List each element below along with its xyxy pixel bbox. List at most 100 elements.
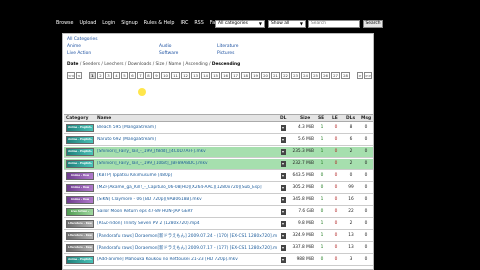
download-icon[interactable]: [281, 137, 286, 143]
pager-page-button[interactable]: 5: [121, 72, 128, 79]
pager-page-button[interactable]: 6: [129, 72, 136, 79]
pager-next-button[interactable]: >: [357, 72, 363, 79]
pager-page-button[interactable]: 18: [241, 72, 250, 79]
header-se[interactable]: SE: [318, 116, 324, 121]
pager-page-button[interactable]: 20: [261, 72, 270, 79]
torrent-name-link[interactable]: [Shiniori]_Fairy_Tail_-_199_[f8dd]_[4C0D…: [97, 149, 277, 154]
nav-rss-link[interactable]: RSS: [194, 21, 203, 26]
pager-page-button[interactable]: 22: [281, 72, 290, 79]
category-badge[interactable]: Anime - Raw: [66, 196, 94, 204]
header-dls[interactable]: DLs: [346, 116, 355, 121]
category-badge[interactable]: Anime - Raw: [66, 172, 94, 180]
torrent-name-link[interactable]: Sailor Moon Return eps 47-89 HUN-JAP GER…: [97, 209, 277, 214]
sort-size-name-link[interactable]: Size / Name: [156, 62, 182, 67]
pager-page-button[interactable]: 12: [181, 72, 190, 79]
header-size[interactable]: Size: [300, 116, 310, 121]
pager-page-button[interactable]: 28: [341, 72, 350, 79]
download-icon[interactable]: [281, 173, 286, 179]
pager-prev-button[interactable]: <: [76, 72, 82, 79]
download-icon[interactable]: [281, 161, 286, 167]
torrent-name-link[interactable]: [MZF]Akame_ga_Kill!_-_Capitulo_06-08[HD]…: [97, 185, 277, 190]
cat-live-action-link[interactable]: Live Action: [67, 51, 91, 56]
header-category[interactable]: Category: [66, 116, 88, 121]
pager-page-button[interactable]: 11: [171, 72, 180, 79]
cat-anime-link[interactable]: Anime: [67, 44, 81, 49]
nav-upload-link[interactable]: Upload: [79, 21, 96, 26]
nav-signup-link[interactable]: Signup: [121, 21, 138, 26]
pager-page-button[interactable]: 10: [161, 72, 170, 79]
pager-page-button[interactable]: 15: [211, 72, 220, 79]
download-icon[interactable]: [281, 209, 286, 215]
torrent-name-link[interactable]: Bleach 595 [MangaStream]: [97, 125, 277, 130]
pager-page-button[interactable]: 24: [301, 72, 310, 79]
download-icon[interactable]: [281, 197, 286, 203]
pager-page-button[interactable]: 16: [221, 72, 230, 79]
download-icon[interactable]: [281, 257, 286, 263]
category-badge[interactable]: Anime - English-translated: [66, 160, 94, 168]
cat-audio-link[interactable]: Audio: [159, 44, 171, 49]
category-badge[interactable]: Anime - English-translated: [66, 124, 94, 132]
cat-all-link[interactable]: All Categories: [67, 37, 98, 42]
nav-rules-link[interactable]: Rules & Help: [144, 21, 175, 26]
pager-page-button[interactable]: 25: [311, 72, 320, 79]
download-icon[interactable]: [281, 125, 286, 131]
nav-irc-link[interactable]: IRC: [180, 21, 188, 26]
download-icon[interactable]: [281, 185, 286, 191]
pager-page-button[interactable]: 4: [113, 72, 120, 79]
download-icon[interactable]: [281, 221, 286, 227]
pager-page-button[interactable]: 7: [137, 72, 144, 79]
cat-pictures-link[interactable]: Pictures: [217, 51, 234, 56]
cat-literature-link[interactable]: Literature: [217, 44, 239, 49]
torrent-name-link[interactable]: [SiKN] Claymore - 06 [BD 720p][9AB0618B]…: [97, 197, 277, 202]
pager-page-button[interactable]: 8: [145, 72, 152, 79]
torrent-name-link[interactable]: [Add-anime] Mahouka Koukou no Rettousei …: [97, 257, 277, 262]
sort-descending-link[interactable]: Descending: [212, 62, 240, 67]
torrent-name-link[interactable]: [Shiniori]_Fairy_Tail_-_199_[10bit]_[BF8…: [97, 161, 277, 166]
sort-date-link[interactable]: Date: [67, 62, 78, 67]
pager-first-button[interactable]: <<: [67, 72, 75, 79]
nav-browse-link[interactable]: Browse: [56, 21, 73, 26]
pager-page-button[interactable]: 3: [105, 72, 112, 79]
pager-page-button[interactable]: 19: [251, 72, 260, 79]
torrent-name-link[interactable]: [KBTP] Ippatsu Kikimusume [480p]: [97, 173, 277, 178]
category-badge[interactable]: Live Action - English: [66, 208, 94, 216]
nav-login-link[interactable]: Login: [102, 21, 115, 26]
top-navbar: Browse Upload Login Signup Rules & Help …: [0, 0, 480, 30]
header-dl[interactable]: DL: [280, 116, 286, 121]
filter-select[interactable]: Show all ▼: [268, 20, 306, 28]
pager-page-button[interactable]: 14: [201, 72, 210, 79]
pager-page-button[interactable]: 23: [291, 72, 300, 79]
cat-software-link[interactable]: Software: [159, 51, 178, 56]
download-icon[interactable]: [281, 245, 286, 251]
pager-page-button[interactable]: 17: [231, 72, 240, 79]
pager-page-button[interactable]: 9: [153, 72, 160, 79]
pager-page-button[interactable]: 2: [97, 72, 104, 79]
download-icon[interactable]: [281, 233, 286, 239]
sort-ascending-link[interactable]: Ascending: [185, 62, 207, 67]
torrent-name-link[interactable]: Naruto 692 [MangaStream]: [97, 137, 277, 142]
category-badge[interactable]: Anime - Raw: [66, 184, 94, 192]
pager-last-button[interactable]: >>: [364, 72, 372, 79]
pager-page-button[interactable]: 27: [331, 72, 340, 79]
category-badge[interactable]: Literature - Raw: [66, 232, 94, 240]
header-name[interactable]: Name: [97, 116, 111, 121]
sort-seeders-link[interactable]: Seeders / Leechers / Downloads: [83, 62, 152, 67]
search-input[interactable]: Search: [308, 20, 360, 28]
pager-page-button[interactable]: 26: [321, 72, 330, 79]
torrent-name-link[interactable]: [Pandorafu raws] Doraemon[新ドラえもん] 2009.0…: [97, 233, 277, 239]
torrent-name-link[interactable]: [Pandorafu raws] Doraemon[新ドラえもん] 2009.0…: [97, 245, 277, 251]
search-button[interactable]: Search: [363, 20, 383, 28]
header-le[interactable]: LE: [332, 116, 338, 121]
category-badge[interactable]: Literature - Raw: [66, 220, 94, 228]
download-icon[interactable]: [281, 149, 286, 155]
pager-page-button[interactable]: 21: [271, 72, 280, 79]
torrent-name-link[interactable]: [RGZ-ridon] Trinity Seven PV 2 (1280x720…: [97, 221, 277, 226]
category-badge[interactable]: Anime - English-translated: [66, 256, 94, 264]
pager-page-button[interactable]: 1: [89, 72, 96, 79]
category-badge[interactable]: Literature - Raw: [66, 244, 94, 252]
category-badge[interactable]: Anime - English-translated: [66, 136, 94, 144]
header-msg[interactable]: Msg: [361, 116, 371, 121]
category-badge[interactable]: Anime - English-translated: [66, 148, 94, 156]
category-select[interactable]: All categories ▼: [215, 20, 265, 28]
pager-page-button[interactable]: 13: [191, 72, 200, 79]
